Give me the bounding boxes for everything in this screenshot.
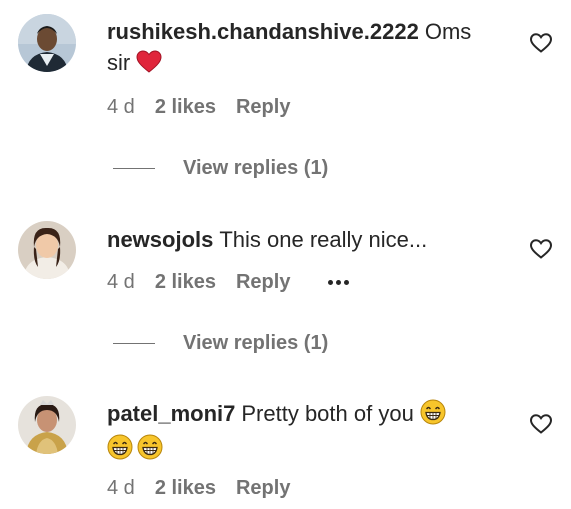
reply-button[interactable]: Reply: [236, 477, 290, 500]
comment-username[interactable]: rushikesh.chandanshive.2222: [107, 19, 419, 44]
comment-username[interactable]: newsojols: [107, 227, 213, 252]
heart-emoji-icon: [136, 50, 162, 82]
view-replies-label: View replies (1): [183, 331, 329, 354]
grinning-face-emoji-icon: [420, 399, 446, 433]
comment-age: 4 d: [107, 95, 135, 118]
comment-age: 4 d: [107, 476, 135, 499]
more-options-icon[interactable]: [328, 279, 350, 285]
like-heart-icon[interactable]: [529, 239, 553, 259]
view-replies-button[interactable]: View replies (1): [113, 154, 328, 182]
comment-body: newsojols This one really nice...: [107, 224, 497, 255]
grinning-face-emoji-icon: [107, 434, 133, 468]
reply-button[interactable]: Reply: [236, 96, 290, 119]
avatar[interactable]: [18, 221, 76, 279]
like-heart-icon[interactable]: [529, 414, 553, 434]
avatar[interactable]: [18, 396, 76, 454]
grinning-face-emoji-icon: [137, 434, 163, 468]
comment-meta: 4 d 2 likes Reply: [107, 474, 310, 502]
divider-line: [113, 342, 155, 344]
view-replies-button[interactable]: View replies (1): [113, 329, 328, 357]
view-replies-label: View replies (1): [183, 156, 329, 179]
reply-button[interactable]: Reply: [236, 271, 290, 294]
divider-line: [113, 167, 155, 169]
comment-meta: 4 d 2 likes Reply: [107, 93, 310, 121]
comment-age: 4 d: [107, 270, 135, 293]
comment-meta: 4 d 2 likes Reply: [107, 268, 369, 296]
comment-body: rushikesh.chandanshive.2222 Oms sir: [107, 16, 497, 82]
comment-likes[interactable]: 2 likes: [155, 96, 216, 119]
comment-body: patel_moni7 Pretty both of you: [107, 398, 497, 468]
comment-username[interactable]: patel_moni7: [107, 401, 235, 426]
comment-text: This one really nice...: [219, 227, 428, 252]
comment-text: Pretty both of you: [241, 401, 414, 426]
comment-likes[interactable]: 2 likes: [155, 477, 216, 500]
comment-likes[interactable]: 2 likes: [155, 271, 216, 294]
like-heart-icon[interactable]: [529, 33, 553, 53]
avatar[interactable]: [18, 14, 76, 72]
comments-list: rushikesh.chandanshive.2222 Oms sir 4 d 2…: [0, 0, 571, 509]
